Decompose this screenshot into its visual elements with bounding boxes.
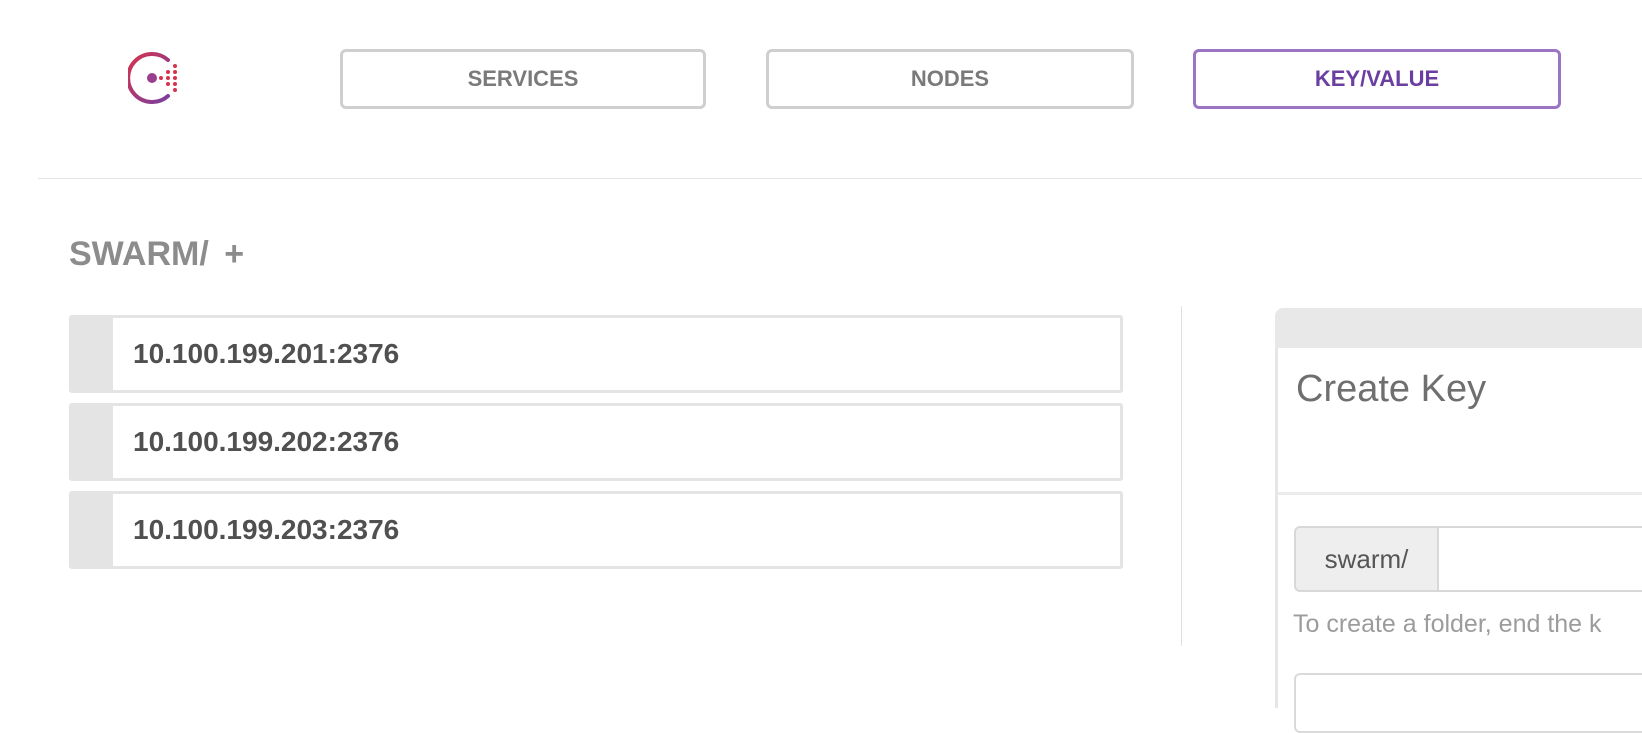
value-textarea[interactable] bbox=[1294, 673, 1642, 733]
key-label: 10.100.199.203:2376 bbox=[133, 514, 400, 545]
key-prefix-addon: swarm/ bbox=[1294, 526, 1439, 592]
key-list-item[interactable]: 10.100.199.202:2376 bbox=[69, 403, 1123, 481]
nav-services-button[interactable]: SERVICES bbox=[340, 49, 706, 109]
nav-nodes-button[interactable]: NODES bbox=[766, 49, 1134, 109]
key-label: 10.100.199.202:2376 bbox=[133, 426, 400, 457]
create-key-title: Create Key bbox=[1296, 368, 1487, 410]
key-list-item[interactable]: 10.100.199.201:2376 bbox=[69, 315, 1123, 393]
header-divider bbox=[38, 178, 1642, 179]
panel-header-bar bbox=[1275, 308, 1642, 348]
panel-divider bbox=[1278, 492, 1642, 495]
consul-logo-icon[interactable] bbox=[128, 50, 184, 106]
nav-key-value-button[interactable]: KEY/VALUE bbox=[1193, 49, 1561, 109]
create-key-help-text: To create a folder, end the k bbox=[1293, 610, 1602, 638]
key-name-input[interactable] bbox=[1439, 526, 1642, 592]
create-key-panel: Create Key swarm/ To create a folder, en… bbox=[1275, 308, 1642, 733]
page-title: SWARM/ + bbox=[69, 235, 244, 274]
breadcrumb-folder[interactable]: SWARM/ bbox=[69, 235, 209, 273]
panel-body: Create Key swarm/ To create a folder, en… bbox=[1275, 348, 1642, 733]
key-list: 10.100.199.201:2376 10.100.199.202:2376 … bbox=[69, 315, 1123, 579]
add-key-button[interactable]: + bbox=[224, 235, 244, 273]
key-list-item[interactable]: 10.100.199.203:2376 bbox=[69, 491, 1123, 569]
column-divider bbox=[1181, 306, 1182, 646]
key-label: 10.100.199.201:2376 bbox=[133, 338, 400, 369]
